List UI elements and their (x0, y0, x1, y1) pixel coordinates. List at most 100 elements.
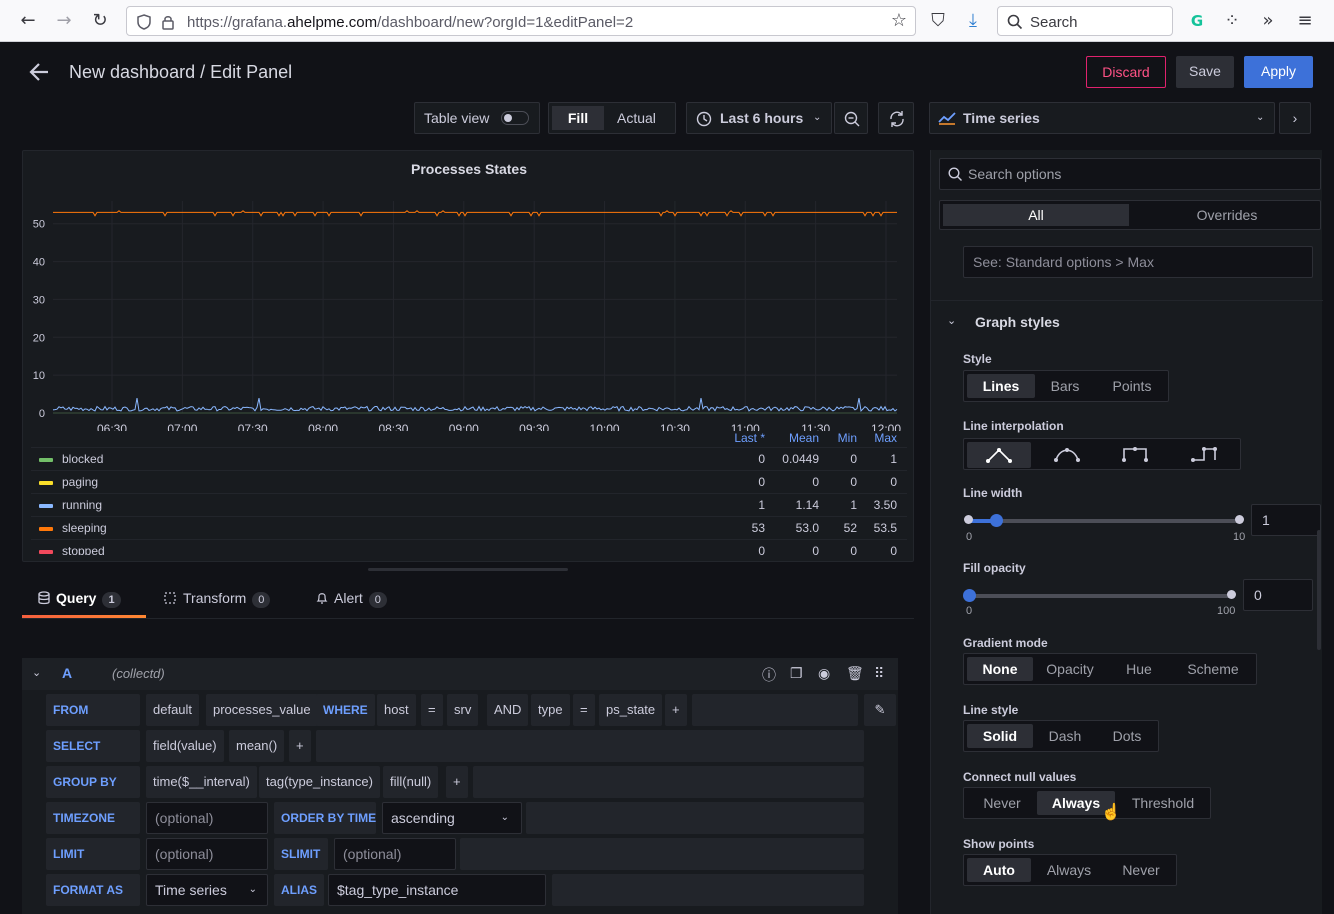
bookmark-star-icon[interactable]: ☆ (887, 9, 911, 33)
style-option-bars[interactable]: Bars (1035, 374, 1095, 398)
grammarly-icon[interactable]: G (1185, 9, 1209, 33)
query-ref-name[interactable]: A (62, 665, 72, 681)
line-width-slider-knob[interactable] (990, 514, 1003, 527)
browser-search-box[interactable]: Search (997, 6, 1173, 36)
actual-option[interactable]: Actual (617, 103, 656, 133)
legend-row-sleeping[interactable]: sleeping 53 53.0 52 53.5 (31, 516, 907, 539)
reload-icon[interactable]: ↻ (88, 9, 112, 33)
legend-series-name[interactable]: sleeping (62, 517, 107, 539)
line-width-slider[interactable] (969, 519, 1239, 523)
duplicate-icon[interactable]: ❐ (790, 665, 803, 682)
gradient-mode-option-hue[interactable]: Hue (1107, 657, 1171, 681)
chevron-down-icon[interactable]: ⌄ (947, 314, 956, 327)
trash-icon[interactable]: 🗑 (846, 665, 864, 682)
back-arrow-icon[interactable] (28, 62, 50, 82)
legend-series-name[interactable]: blocked (62, 448, 103, 470)
where-value-ps-state[interactable]: ps_state (599, 694, 663, 726)
format-select[interactable]: Time series ⌄ (146, 874, 268, 906)
help-icon[interactable]: ⓘ (762, 665, 776, 685)
graph-styles-header[interactable]: Graph styles (975, 314, 1060, 330)
groupby-time[interactable]: time($__interval) (146, 766, 257, 798)
timezone-input[interactable]: (optional) (146, 802, 268, 834)
fill-option[interactable]: Fill (552, 106, 604, 130)
show-points-option-auto[interactable]: Auto (967, 858, 1031, 882)
legend-row-blocked[interactable]: blocked 0 0.0449 0 1 (31, 447, 907, 470)
style-option-lines[interactable]: Lines (967, 374, 1035, 398)
collapse-options-button[interactable]: › (1279, 102, 1311, 134)
edit-pencil-icon[interactable]: ✎ (864, 694, 896, 726)
legend-series-name[interactable]: stopped (62, 540, 105, 555)
where-tag-host[interactable]: host (377, 694, 416, 726)
line-style-option-solid[interactable]: Solid (967, 724, 1033, 748)
url-bar[interactable]: https://grafana.ahelpme.com/dashboard/ne… (126, 6, 916, 36)
connect-null-option-threshold[interactable]: Threshold (1115, 791, 1211, 815)
line-style-option-dash[interactable]: Dash (1033, 724, 1097, 748)
groupby-tag[interactable]: tag(type_instance) (259, 766, 380, 798)
zoom-out-button[interactable] (834, 102, 868, 134)
search-options-input[interactable]: Search options (939, 158, 1321, 190)
forward-arrow-icon[interactable]: → (52, 9, 76, 33)
tab-query[interactable]: Query 1 (38, 590, 121, 608)
fill-opacity-slider[interactable] (969, 594, 1231, 598)
where-operator[interactable]: = (421, 694, 443, 726)
interpolation-step-after-icon[interactable] (1170, 442, 1238, 466)
legend-row-paging[interactable]: paging 0 0 0 0 (31, 470, 907, 493)
extension-icon[interactable]: ⁘ (1220, 9, 1244, 33)
where-operator[interactable]: = (573, 694, 595, 726)
save-button[interactable]: Save (1176, 56, 1234, 88)
visualization-picker[interactable]: Time series ⌄ (929, 102, 1275, 134)
resize-handle[interactable] (368, 568, 568, 571)
gradient-mode-option-scheme[interactable]: Scheme (1171, 657, 1255, 681)
collapse-chevron-icon[interactable]: ⌄ (32, 666, 41, 679)
retention-policy[interactable]: default (146, 694, 200, 726)
legend-header-max[interactable]: Max (847, 431, 897, 445)
measurement-select[interactable]: processes_value (206, 694, 318, 726)
legend-series-name[interactable]: paging (62, 471, 98, 493)
apply-button[interactable]: Apply (1244, 56, 1313, 88)
and-condition[interactable]: AND (487, 694, 529, 726)
slimit-input[interactable]: (optional) (334, 838, 456, 870)
interpolation-linear-icon[interactable] (967, 442, 1031, 468)
interpolation-step-before-icon[interactable] (1102, 442, 1168, 466)
max-hint-input[interactable]: See: Standard options > Max (963, 246, 1313, 278)
fill-opacity-input[interactable]: 0 (1243, 579, 1313, 611)
legend-series-name[interactable]: running (62, 494, 102, 516)
hamburger-menu-icon[interactable]: ≡ (1293, 9, 1317, 33)
line-style-option-dots[interactable]: Dots (1097, 724, 1157, 748)
tab-alert[interactable]: Alert 0 (316, 590, 387, 608)
show-points-option-never[interactable]: Never (1107, 858, 1175, 882)
eye-icon[interactable]: ◉ (818, 665, 830, 682)
line-width-input[interactable]: 1 (1251, 504, 1321, 536)
tab-overrides[interactable]: Overrides (1135, 204, 1319, 226)
pocket-icon[interactable]: ⛉ (926, 9, 950, 33)
limit-input[interactable]: (optional) (146, 838, 268, 870)
legend-row-stopped[interactable]: stopped 0 0 0 0 (31, 539, 907, 555)
download-icon[interactable]: ⤓ (961, 9, 985, 33)
back-arrow-icon[interactable]: ← (16, 9, 40, 33)
refresh-button[interactable] (878, 102, 914, 134)
add-where-button[interactable]: + (665, 694, 687, 726)
order-select[interactable]: ascending ⌄ (382, 802, 522, 834)
discard-button[interactable]: Discard (1086, 56, 1166, 88)
toggle-switch[interactable] (501, 111, 529, 125)
alias-input[interactable]: $tag_type_instance (328, 874, 546, 906)
groupby-fill[interactable]: fill(null) (383, 766, 439, 798)
tab-all[interactable]: All (943, 204, 1129, 226)
tab-transform[interactable]: Transform 0 (163, 590, 271, 608)
options-scrollbar[interactable] (1317, 530, 1321, 650)
select-aggregation[interactable]: mean() (229, 730, 285, 762)
legend-header-last[interactable]: Last * (715, 431, 765, 445)
gradient-mode-option-opacity[interactable]: Opacity (1033, 657, 1107, 681)
fill-opacity-slider-knob[interactable] (963, 589, 976, 602)
legend-row-running[interactable]: running 1 1.14 1 3.50 (31, 493, 907, 516)
interpolation-smooth-icon[interactable] (1034, 442, 1100, 466)
overflow-chevrons-icon[interactable]: » (1256, 9, 1280, 33)
drag-handle-icon[interactable]: ⠿ (874, 665, 884, 682)
where-value-srv[interactable]: srv (447, 694, 479, 726)
add-groupby-button[interactable]: + (446, 766, 468, 798)
show-points-option-always[interactable]: Always (1031, 858, 1107, 882)
add-select-button[interactable]: + (289, 730, 311, 762)
select-field[interactable]: field(value) (146, 730, 224, 762)
table-view-toggle[interactable]: Table view (414, 102, 540, 134)
time-range-picker[interactable]: Last 6 hours ⌄ (686, 102, 832, 134)
